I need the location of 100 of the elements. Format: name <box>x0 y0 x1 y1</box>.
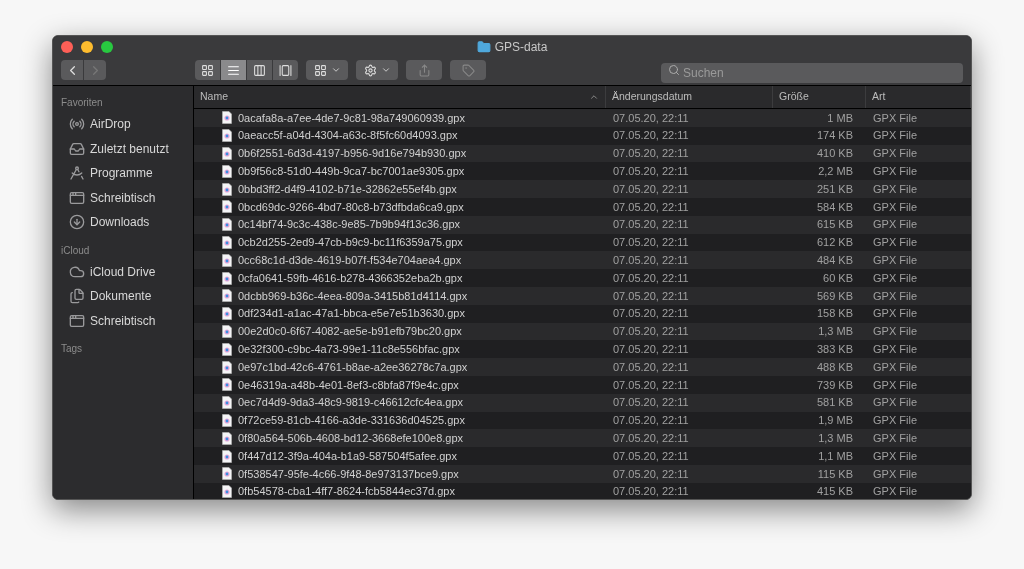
size-cell: 158 KB <box>816 307 853 320</box>
sidebar-item[interactable]: Downloads <box>61 210 185 235</box>
view-mode-button[interactable] <box>221 60 246 80</box>
kind-cell: GPX File <box>873 432 917 444</box>
file-icon <box>222 449 232 463</box>
size-cell: 1,3 MB <box>818 325 853 338</box>
file-row[interactable]: 0f80a564-506b-4608-bd12-3668efe100e8.gpx 07.05.20, 22:11 1,3 MB GPX File <box>194 429 971 448</box>
file-name: 0bbd3ff2-d4f9-4102-b71e-32862e55ef4b.gpx <box>238 181 457 197</box>
date-cell: 07.05.20, 22:11 <box>613 378 689 391</box>
file-icon <box>222 342 232 356</box>
sidebar-item[interactable]: Dokumente <box>61 284 185 309</box>
size-cell: 115 KB <box>817 467 853 480</box>
caret-icon <box>330 65 341 75</box>
date-cell: 07.05.20, 22:11 <box>613 129 689 142</box>
size-cell: 1,1 MB <box>818 449 853 462</box>
file-name: 0e97c1bd-42c6-4761-b8ae-a2ee36278c7a.gpx <box>238 359 468 375</box>
kind-cell: GPX File <box>873 378 917 391</box>
zoom-button[interactable] <box>101 41 113 53</box>
columns-icon <box>253 63 266 77</box>
file-icon <box>222 218 232 232</box>
file-name: 0f72ce59-81cb-4166-a3de-331636d04525.gpx <box>238 413 465 429</box>
file-name: 00e2d0c0-6f67-4082-ae5e-b91efb79bc20.gpx <box>238 324 462 340</box>
file-icon <box>222 360 232 374</box>
column-header[interactable]: Name <box>194 86 606 108</box>
size-cell: 1,3 MB <box>818 432 853 444</box>
gear-icon <box>363 63 377 77</box>
kind-cell: GPX File <box>873 449 917 462</box>
date-cell: 07.05.20, 22:11 <box>613 360 689 373</box>
kind-cell: GPX File <box>873 200 917 213</box>
kind-cell: GPX File <box>873 254 917 266</box>
size-cell: 174 KB <box>816 129 853 142</box>
kind-cell: GPX File <box>873 129 917 142</box>
date-cell: 07.05.20, 22:11 <box>613 200 689 213</box>
sidebar-item[interactable]: AirDrop <box>61 112 185 137</box>
date-cell: 07.05.20, 22:11 <box>613 343 689 355</box>
size-cell: 251 KB <box>816 182 853 195</box>
size-cell: 1 MB <box>827 111 853 124</box>
file-row[interactable]: 0cc68c1d-d3de-4619-b07f-f534e704aea4.gpx 07.05.20, 22:11 484 KB GPX File <box>194 251 971 270</box>
file-row[interactable]: 0bbd3ff2-d4f9-4102-b71e-32862e55ef4b.gpx 07.05.20, 22:11 251 KB GPX File <box>194 180 971 198</box>
size-cell: 569 KB <box>816 289 853 302</box>
file-icon <box>222 396 232 410</box>
column-header[interactable]: Art <box>866 86 971 108</box>
file-icon <box>222 289 232 303</box>
file-name: 0b6f2551-6d3d-4197-b956-9d16e794b930.gpx <box>238 146 467 162</box>
date-cell: 07.05.20, 22:11 <box>613 271 689 284</box>
file-icon <box>222 378 232 392</box>
sidebar-item[interactable]: Zuletzt benutzt <box>61 136 185 161</box>
size-cell: 488 KB <box>816 360 853 373</box>
date-cell: 07.05.20, 22:11 <box>613 432 689 444</box>
file-icon <box>222 485 232 499</box>
close-button[interactable] <box>61 41 73 53</box>
kind-cell: GPX File <box>873 271 917 284</box>
kind-cell: GPX File <box>873 307 917 320</box>
view-mode-button[interactable] <box>195 60 220 80</box>
size-cell: 615 KB <box>816 218 853 231</box>
date-cell: 07.05.20, 22:11 <box>613 485 689 498</box>
compass-icon <box>69 165 85 182</box>
search-icon <box>668 64 680 76</box>
file-icon <box>222 413 232 427</box>
file-icon <box>222 307 232 321</box>
group-button[interactable] <box>306 60 348 80</box>
kind-cell: GPX File <box>873 165 917 178</box>
file-icon <box>222 111 232 125</box>
date-cell: 07.05.20, 22:11 <box>613 165 689 178</box>
view-mode-button[interactable] <box>247 60 272 80</box>
minimize-button[interactable] <box>81 41 93 53</box>
sidebar-item[interactable]: Programme <box>61 161 185 186</box>
size-cell: 2,2 MB <box>818 165 853 178</box>
sidebar-item[interactable]: Schreibtisch <box>61 308 185 333</box>
tray-icon <box>69 140 85 157</box>
file-row[interactable]: 0e97c1bd-42c6-4761-b8ae-a2ee36278c7a.gpx 07.05.20, 22:11 488 KB GPX File <box>194 358 971 376</box>
kind-cell: GPX File <box>873 147 917 160</box>
size-cell: 484 KB <box>816 254 853 266</box>
date-cell: 07.05.20, 22:11 <box>613 218 689 231</box>
kind-cell: GPX File <box>873 414 917 427</box>
view-mode-button[interactable] <box>273 60 298 80</box>
date-cell: 07.05.20, 22:11 <box>613 414 689 427</box>
column-header[interactable]: Größe <box>773 86 866 108</box>
kind-cell: GPX File <box>873 236 917 249</box>
column-header[interactable]: Änderungsdatum <box>606 86 773 108</box>
file-name: 0dcbb969-b36c-4eea-809a-3415b81d4114.gpx <box>238 288 468 304</box>
date-cell: 07.05.20, 22:11 <box>613 396 689 409</box>
action-button[interactable] <box>356 60 398 80</box>
date-cell: 07.05.20, 22:11 <box>613 182 689 195</box>
sidebar-section-title: Favoriten <box>61 96 104 110</box>
file-name: 0e32f300-c9bc-4a73-99e1-11c8e556bfac.gpx <box>238 342 460 357</box>
grid-icon <box>201 63 214 77</box>
sidebar-item[interactable]: iCloud Drive <box>61 259 185 284</box>
back-button[interactable] <box>61 60 83 80</box>
file-row[interactable]: 0acafa8a-a7ee-4de7-9c81-98a749060939.gpx 07.05.20, 22:11 1 MB GPX File <box>194 109 971 127</box>
sidebar-item[interactable]: Schreibtisch <box>61 185 185 210</box>
size-cell: 415 KB <box>816 485 853 498</box>
search-field[interactable]: Suchen <box>661 63 963 83</box>
file-name: 0acafa8a-a7ee-4de7-9c81-98a749060939.gpx <box>238 110 465 126</box>
size-cell: 383 KB <box>816 343 853 355</box>
kind-cell: GPX File <box>873 325 917 338</box>
file-icon <box>222 182 232 196</box>
folder-icon <box>476 40 491 54</box>
size-cell: 612 KB <box>816 236 853 249</box>
file-name: 0aeacc5f-a04d-4304-a63c-8f5fc60d4093.gpx <box>238 128 458 144</box>
